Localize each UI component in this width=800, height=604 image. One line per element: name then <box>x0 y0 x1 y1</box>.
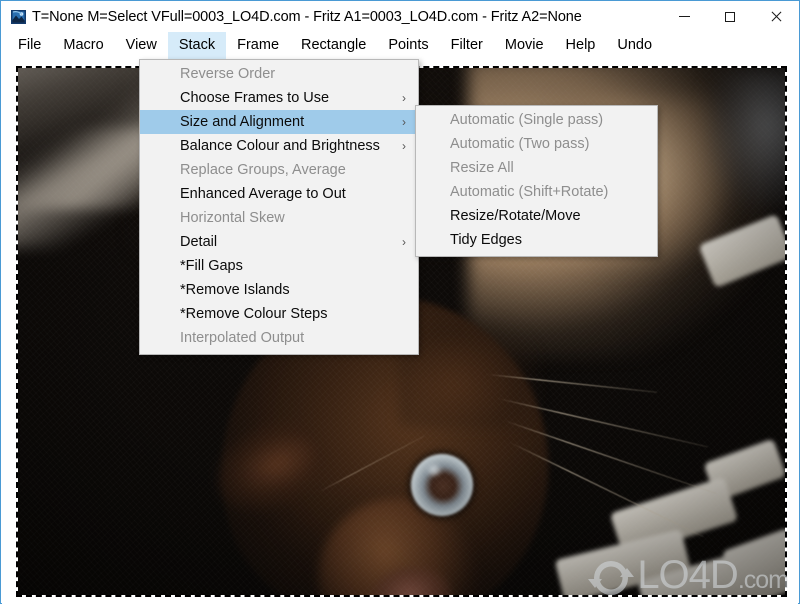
menubar-item-undo[interactable]: Undo <box>606 32 663 59</box>
menu-item-label: Automatic (Single pass) <box>450 112 604 128</box>
stack-dropdown-menu[interactable]: Reverse Order Choose Frames to Use › Size a… <box>139 59 419 355</box>
menu-item-label: Resize All <box>450 160 514 176</box>
stack-menu-item-replace-groups-average: Replace Groups, Average <box>140 158 418 182</box>
chevron-right-icon: › <box>402 235 406 249</box>
menubar-item-help[interactable]: Help <box>555 32 607 59</box>
size-submenu-item-tidy-edges[interactable]: Tidy Edges <box>416 228 657 252</box>
menu-item-label: Balance Colour and Brightness <box>180 138 380 154</box>
menubar-item-filter[interactable]: Filter <box>440 32 494 59</box>
title-bar: T=None M=Select VFull=0003_LO4D.com - Fr… <box>1 1 799 32</box>
menu-item-label: *Remove Islands <box>180 282 290 298</box>
menu-item-label: Automatic (Two pass) <box>450 136 590 152</box>
menu-bar: File Macro View Stack Frame Rectangle Points Fi… <box>1 32 799 59</box>
menubar-item-rectangle[interactable]: Rectangle <box>290 32 377 59</box>
window-controls <box>661 1 799 32</box>
stack-menu-item-fill-gaps[interactable]: *Fill Gaps <box>140 254 418 278</box>
menu-item-label: Automatic (Shift+Rotate) <box>450 184 609 200</box>
close-icon <box>770 11 782 23</box>
application-window: T=None M=Select VFull=0003_LO4D.com - Fr… <box>0 0 800 604</box>
stack-menu-item-remove-islands[interactable]: *Remove Islands <box>140 278 418 302</box>
size-submenu-item-automatic-single-pass: Automatic (Single pass) <box>416 108 657 132</box>
chevron-right-icon: › <box>402 115 406 129</box>
menubar-item-stack[interactable]: Stack <box>167 32 227 59</box>
menu-item-label: *Fill Gaps <box>180 258 243 274</box>
chevron-right-icon: › <box>402 139 406 153</box>
menubar-item-points[interactable]: Points <box>377 32 439 59</box>
menu-item-label: *Remove Colour Steps <box>180 306 328 322</box>
menubar-item-movie[interactable]: Movie <box>494 32 555 59</box>
menubar-item-file[interactable]: File <box>7 32 52 59</box>
menubar-item-macro[interactable]: Macro <box>52 32 114 59</box>
menu-item-label: Replace Groups, Average <box>180 162 346 178</box>
maximize-icon <box>725 11 735 22</box>
size-submenu-item-automatic-shift-rotate: Automatic (Shift+Rotate) <box>416 180 657 204</box>
menubar-item-frame[interactable]: Frame <box>226 32 290 59</box>
menu-item-label: Detail <box>180 234 218 250</box>
close-button[interactable] <box>753 1 799 32</box>
size-submenu-item-resize-all: Resize All <box>416 156 657 180</box>
size-submenu-item-resize-rotate-move[interactable]: Resize/Rotate/Move <box>416 204 657 228</box>
window-title: T=None M=Select VFull=0003_LO4D.com - Fr… <box>32 8 582 25</box>
menu-item-label: Choose Frames to Use <box>180 90 330 106</box>
stack-menu-item-enhanced-average-to-out[interactable]: Enhanced Average to Out <box>140 182 418 206</box>
stack-menu-item-reverse-order: Reverse Order <box>140 62 418 86</box>
chevron-right-icon: › <box>402 91 406 105</box>
menubar-item-view[interactable]: View <box>115 32 168 59</box>
stack-menu-item-choose-frames-to-use[interactable]: Choose Frames to Use › <box>140 86 418 110</box>
minimize-icon <box>678 16 690 17</box>
stack-menu-item-balance-colour-and-brightness[interactable]: Balance Colour and Brightness › <box>140 134 418 158</box>
minimize-button[interactable] <box>661 1 707 32</box>
stack-menu-item-size-and-alignment[interactable]: Size and Alignment › <box>140 110 418 134</box>
stack-menu-item-horizontal-skew: Horizontal Skew <box>140 206 418 230</box>
menu-item-label: Reverse Order <box>180 66 276 82</box>
stack-menu-item-remove-colour-steps[interactable]: *Remove Colour Steps <box>140 302 418 326</box>
app-image-icon <box>11 9 27 25</box>
maximize-button[interactable] <box>707 1 753 32</box>
stack-menu-item-interpolated-output: Interpolated Output <box>140 326 418 350</box>
menu-item-label: Resize/Rotate/Move <box>450 208 581 224</box>
menu-item-label: Size and Alignment <box>180 114 305 130</box>
menu-item-label: Interpolated Output <box>180 330 305 346</box>
menu-item-label: Tidy Edges <box>450 232 522 248</box>
size-submenu-item-automatic-two-pass: Automatic (Two pass) <box>416 132 657 156</box>
size-and-alignment-submenu[interactable]: Automatic (Single pass) Automatic (Two pa… <box>415 105 658 257</box>
stack-menu-item-detail[interactable]: Detail › <box>140 230 418 254</box>
menu-item-label: Horizontal Skew <box>180 210 285 226</box>
menu-item-label: Enhanced Average to Out <box>180 186 346 202</box>
